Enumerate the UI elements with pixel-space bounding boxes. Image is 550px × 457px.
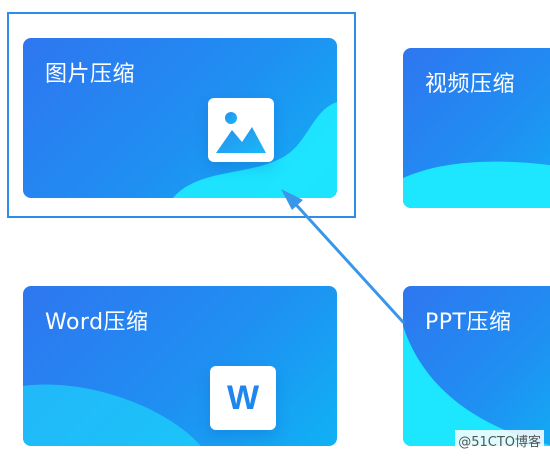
card-title: 图片压缩 <box>45 62 136 87</box>
word-compress-card[interactable]: Word压缩 W <box>23 286 337 446</box>
video-compress-card[interactable]: 视频压缩 <box>403 48 550 208</box>
word-icon-letter: W <box>226 379 260 417</box>
image-compress-card[interactable]: 图片压缩 <box>23 38 337 198</box>
watermark: @51CTO博客 <box>455 430 544 451</box>
ppt-compress-card[interactable]: PPT压缩 <box>403 286 550 446</box>
compression-tools-screen: 图片压缩 视频压缩 Word压缩 W PPT压缩 @51CTO博客 <box>0 0 550 457</box>
word-document-icon: W <box>210 366 276 430</box>
card-title: 视频压缩 <box>425 72 516 97</box>
image-icon <box>208 98 274 162</box>
card-title: Word压缩 <box>45 310 149 335</box>
card-title: PPT压缩 <box>425 310 512 335</box>
